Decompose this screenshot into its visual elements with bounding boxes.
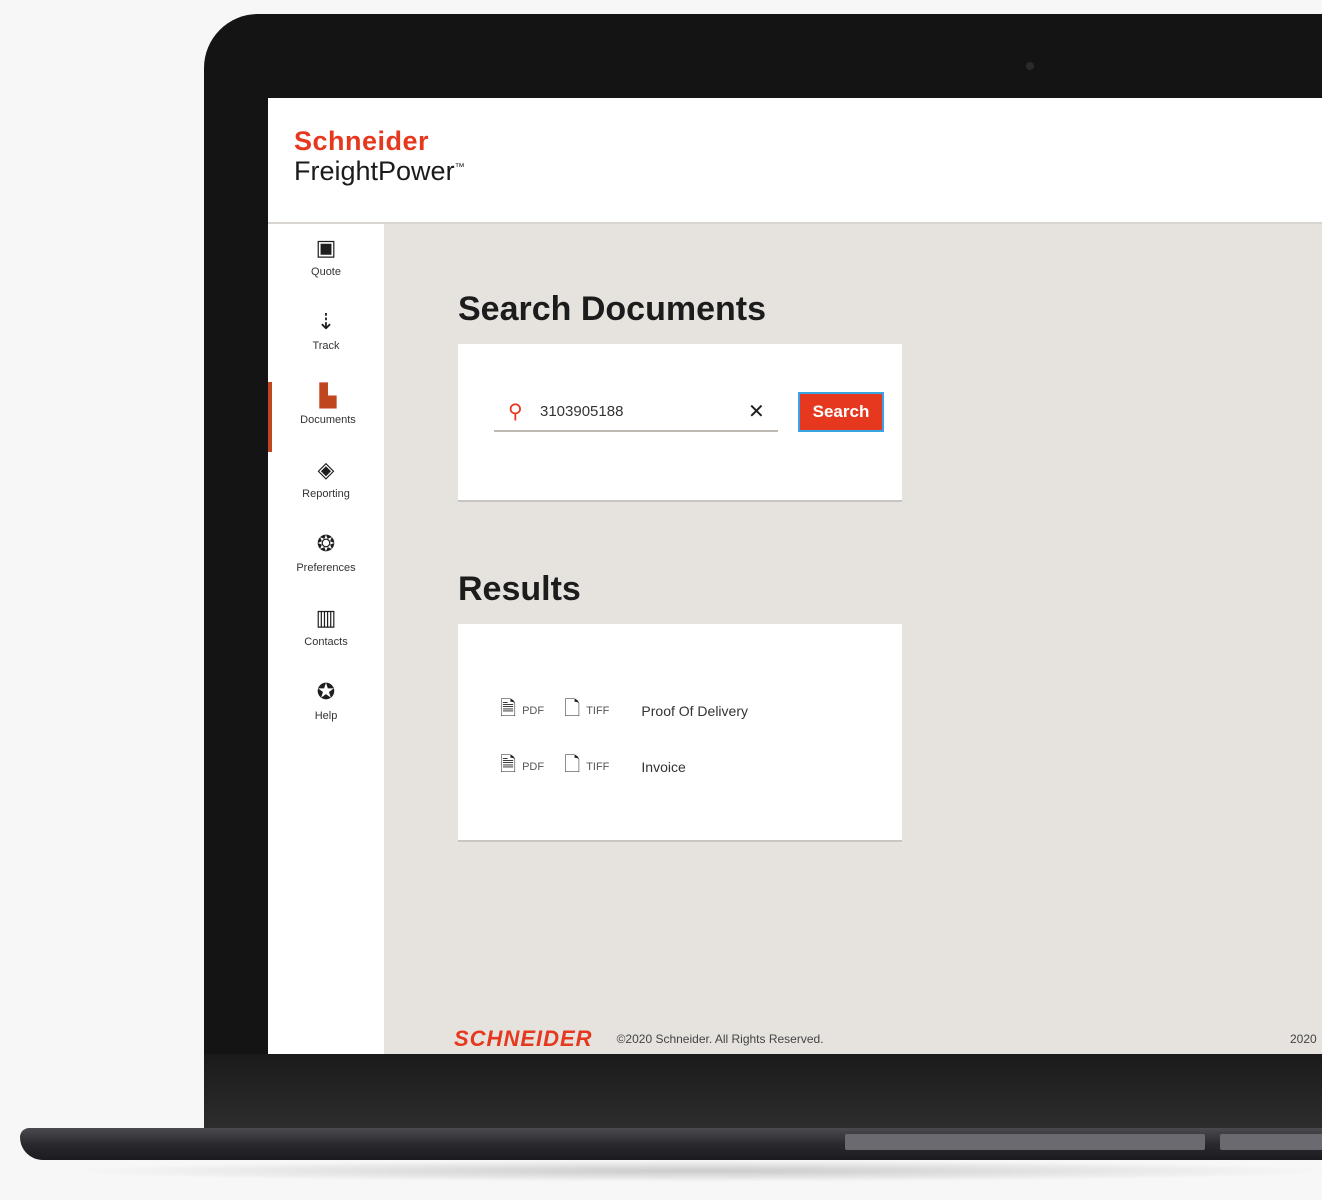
sidebar-item-label: Quote — [311, 266, 341, 278]
quote-icon: ▣ — [315, 235, 337, 260]
page-title: Search Documents — [458, 290, 766, 328]
sidebar-item-reporting[interactable]: ◈ Reporting — [268, 456, 384, 526]
sidebar-item-label: Preferences — [296, 562, 356, 574]
sidebar-item-label: Reporting — [302, 488, 350, 500]
contacts-icon: ▥ — [315, 605, 337, 630]
brand-product-text: FreightPower — [294, 156, 455, 186]
tiff-file-icon[interactable]: 🗋 — [564, 750, 580, 784]
search-card: ⚲ ✕ Search — [458, 344, 902, 502]
track-icon: ⇣ — [316, 309, 336, 334]
pdf-file-icon[interactable]: 🗎 — [500, 694, 516, 728]
pdf-file-icon[interactable]: 🗎 — [500, 750, 516, 784]
sidebar: ▣ Quote ⇣ Track ▙ Documents ◈ Reporting … — [268, 224, 384, 1054]
app-footer: SCHNEIDER ©2020 Schneider. All Rights Re… — [454, 1024, 824, 1054]
reporting-icon: ◈ — [317, 457, 335, 482]
document-name: Proof Of Delivery — [641, 703, 748, 719]
app-header: Schneider FreightPower™ — [268, 98, 1322, 224]
file-type-label[interactable]: PDF — [522, 705, 544, 717]
app-screen: Schneider FreightPower™ ▣ Quote ⇣ Track … — [268, 98, 1322, 1054]
file-type-label[interactable]: TIFF — [586, 705, 609, 717]
file-type-label[interactable]: PDF — [522, 761, 544, 773]
result-row: 🗎 PDF 🗋 TIFF Invoice — [500, 752, 686, 782]
footer-logo: SCHNEIDER — [454, 1026, 593, 1051]
footer-right-text: 2020 — [1290, 1032, 1317, 1046]
preferences-icon: ❂ — [316, 531, 336, 556]
tiff-file-icon[interactable]: 🗋 — [564, 694, 580, 728]
search-icon: ⚲ — [508, 400, 523, 423]
sidebar-item-label: Help — [314, 710, 338, 722]
document-name: Invoice — [641, 759, 686, 775]
laptop-hinge — [845, 1134, 1205, 1150]
documents-icon: ▙ — [319, 383, 337, 408]
sidebar-item-quote[interactable]: ▣ Quote — [268, 234, 384, 304]
laptop-shadow — [60, 1160, 1322, 1182]
result-row: 🗎 PDF 🗋 TIFF Proof Of Delivery — [500, 696, 748, 726]
brand-product: FreightPower™ — [294, 156, 465, 187]
clear-icon[interactable]: ✕ — [748, 399, 765, 424]
brand-name: Schneider — [294, 126, 430, 156]
camera — [1026, 62, 1034, 70]
file-type-label[interactable]: TIFF — [586, 761, 609, 773]
sidebar-item-help[interactable]: ✪ Help — [268, 678, 384, 748]
sidebar-item-documents[interactable]: ▙ Documents — [268, 382, 384, 452]
sidebar-item-label: Contacts — [304, 636, 348, 648]
trademark: ™ — [454, 162, 465, 173]
help-icon: ✪ — [316, 679, 336, 704]
sidebar-item-label: Documents — [300, 414, 356, 426]
search-input[interactable] — [538, 401, 732, 421]
laptop-hinge-right — [1220, 1134, 1322, 1150]
laptop-bezel — [204, 1054, 1322, 1134]
sidebar-item-contacts[interactable]: ▥ Contacts — [268, 604, 384, 674]
search-button[interactable]: Search — [798, 392, 884, 432]
sidebar-item-label: Track — [312, 340, 340, 352]
results-title: Results — [458, 570, 581, 608]
sidebar-item-preferences[interactable]: ❂ Preferences — [268, 530, 384, 600]
sidebar-item-track[interactable]: ⇣ Track — [268, 308, 384, 378]
footer-copyright: ©2020 Schneider. All Rights Reserved. — [616, 1032, 824, 1046]
search-field: ⚲ ✕ — [494, 392, 778, 432]
results-card: 🗎 PDF 🗋 TIFF Proof Of Delivery 🗎 PDF 🗋 T… — [458, 624, 902, 842]
